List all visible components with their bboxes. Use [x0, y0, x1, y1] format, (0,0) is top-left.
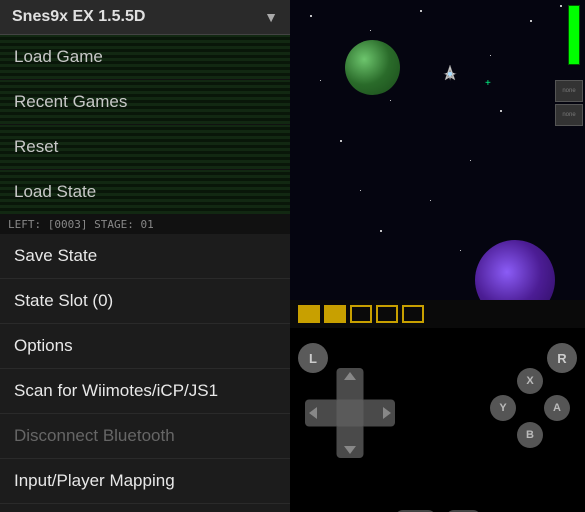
dropdown-arrow-icon[interactable]: ▼: [264, 9, 278, 25]
star: [310, 15, 312, 17]
star: [560, 5, 562, 7]
menu-item-load-game[interactable]: Load Game: [0, 35, 290, 80]
menu-item-save-state[interactable]: Save State: [0, 234, 290, 279]
health-bar: [568, 5, 580, 65]
app-title: Snes9x EX 1.5.5D: [12, 8, 145, 26]
star: [390, 100, 391, 101]
y-button[interactable]: Y: [490, 395, 516, 421]
menu-item-scan-wiimotes[interactable]: Scan for Wiimotes/iCP/JS1: [0, 369, 290, 414]
menu-item-options[interactable]: Options: [0, 324, 290, 369]
enemy-indicator: +: [485, 78, 491, 89]
star: [460, 250, 461, 251]
star: [370, 30, 371, 31]
star: [430, 200, 431, 201]
controller-area: L R X B: [290, 328, 585, 512]
x-button[interactable]: X: [517, 368, 543, 394]
game-panel: none none + L R: [290, 0, 585, 512]
star: [490, 55, 491, 56]
star: [500, 110, 502, 112]
a-button[interactable]: A: [544, 395, 570, 421]
side-panel-box-2: none: [555, 104, 583, 126]
menu-item-benchmark-game[interactable]: Benchmark Game: [0, 504, 290, 512]
dpad[interactable]: [305, 368, 395, 458]
score-block-3: [350, 305, 372, 323]
score-block-5: [402, 305, 424, 323]
dpad-right-arrow-icon: [383, 407, 391, 419]
star: [320, 80, 321, 81]
dpad-down-arrow-icon: [344, 446, 356, 454]
b-button[interactable]: B: [517, 422, 543, 448]
menu-item-input-player-mapping[interactable]: Input/Player Mapping: [0, 459, 290, 504]
menu-item-disconnect-bluetooth[interactable]: Disconnect Bluetooth: [0, 414, 290, 459]
score-bar: [290, 300, 585, 328]
menu-item-recent-games[interactable]: Recent Games: [0, 80, 290, 125]
star: [420, 10, 422, 12]
star: [530, 20, 532, 22]
dpad-container: [305, 368, 395, 458]
side-panel-right: none none: [555, 80, 585, 128]
planet-green: [345, 40, 400, 95]
menu-item-state-slot[interactable]: State Slot (0): [0, 279, 290, 324]
face-buttons: X B Y A: [490, 368, 570, 448]
star: [380, 230, 382, 232]
dpad-left-arrow-icon: [309, 407, 317, 419]
title-bar: Snes9x EX 1.5.5D ▼: [0, 0, 290, 35]
menu-item-load-state[interactable]: Load State: [0, 170, 290, 215]
score-block-4: [376, 305, 398, 323]
dpad-up-arrow-icon: [344, 372, 356, 380]
game-status-bar: LEFT: [0003] STAGE: 01: [0, 215, 290, 234]
score-block-2: [324, 305, 346, 323]
menu-item-reset[interactable]: Reset: [0, 125, 290, 170]
star: [340, 140, 342, 142]
face-buttons-container: X B Y A: [490, 368, 570, 448]
star: [360, 190, 361, 191]
game-screen: none none +: [290, 0, 585, 300]
score-block-1: [298, 305, 320, 323]
dpad-center: [337, 400, 364, 427]
star: [470, 160, 471, 161]
side-panel-box-1: none: [555, 80, 583, 102]
menu-list: Load Game Recent Games Reset Load State …: [0, 35, 290, 512]
left-menu-panel: Snes9x EX 1.5.5D ▼ Load Game Recent Game…: [0, 0, 290, 512]
planet-purple: [475, 240, 555, 300]
